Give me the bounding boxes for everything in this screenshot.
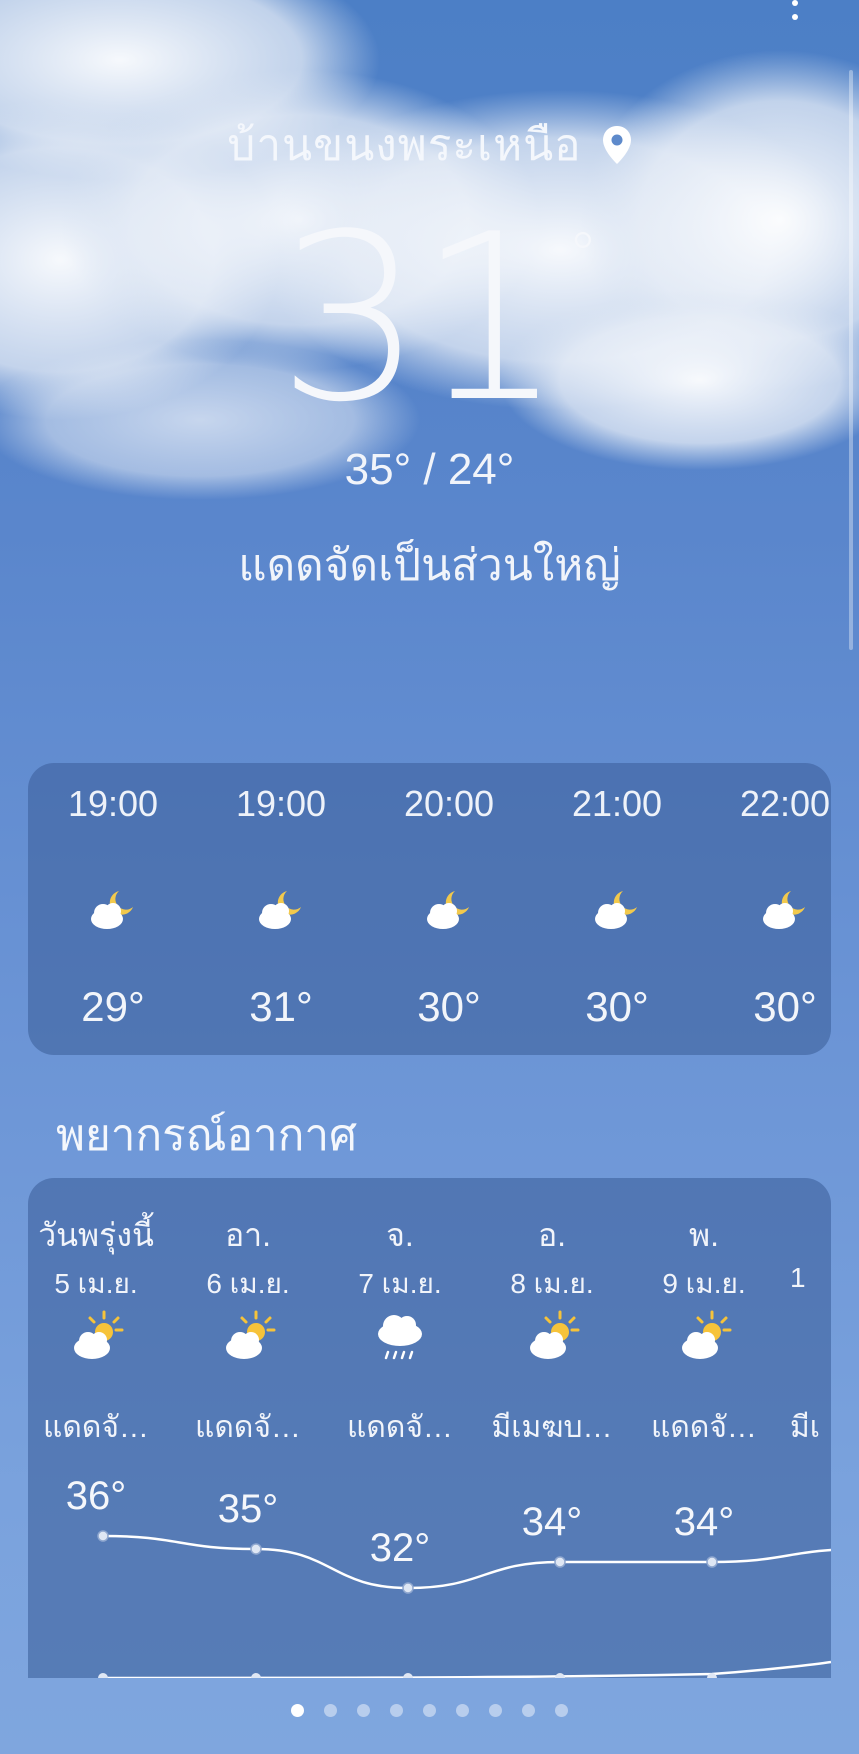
partly-sunny-icon bbox=[226, 1310, 276, 1359]
partly-cloudy-night-icon bbox=[91, 891, 133, 929]
partly-cloudy-night-icon bbox=[595, 891, 637, 929]
hourly-temperature: 29° bbox=[81, 983, 145, 1030]
day-condition: มีเมฆบ… bbox=[491, 1411, 613, 1444]
page-indicator[interactable] bbox=[0, 1704, 859, 1722]
hourly-item[interactable]: 20:00 30° bbox=[364, 763, 534, 1055]
location-name: บ้านขนงพระเหนือ bbox=[227, 121, 582, 170]
day-name: วันพรุ่งนี้ bbox=[38, 1217, 154, 1253]
low-temp-point bbox=[98, 1673, 108, 1678]
hourly-time: 20:00 bbox=[403, 783, 495, 824]
partly-cloudy-night-icon bbox=[259, 891, 301, 929]
rain-cloud-icon bbox=[378, 1315, 422, 1360]
day-name: จ. bbox=[386, 1217, 414, 1253]
page-dot[interactable] bbox=[324, 1704, 337, 1717]
high-temp-point bbox=[706, 1556, 718, 1568]
day-name: พ. bbox=[689, 1217, 719, 1253]
high-temp-point bbox=[97, 1530, 109, 1542]
hourly-item[interactable]: 19:00 29° bbox=[28, 763, 198, 1055]
day-high-temp: 36° bbox=[65, 1474, 127, 1518]
hourly-temperature: 30° bbox=[753, 983, 817, 1030]
page-dot[interactable] bbox=[555, 1704, 568, 1717]
day-name: อ. bbox=[537, 1217, 567, 1253]
day-condition: มีเ bbox=[790, 1411, 821, 1444]
hourly-time: 19:00 bbox=[235, 783, 327, 824]
hourly-item[interactable]: 21:00 30° bbox=[532, 763, 702, 1055]
day-condition: แดดจั… bbox=[347, 1411, 453, 1444]
hourly-temperature: 31° bbox=[249, 983, 313, 1030]
more-options-button[interactable] bbox=[789, 0, 801, 30]
day-high-temp: 34° bbox=[673, 1500, 735, 1544]
day-date: 5 เม.ย. bbox=[54, 1268, 138, 1299]
daily-forecast-card[interactable]: วันพรุ่งนี้ 5 เม.ย. แดดจั… 36° อา. 6 เม.… bbox=[28, 1178, 831, 1678]
dot-icon bbox=[792, 0, 798, 6]
temperature-value: 31 bbox=[277, 186, 564, 453]
day-name: อา. bbox=[224, 1217, 272, 1253]
day-date: 8 เม.ย. bbox=[510, 1268, 594, 1299]
page-dot[interactable] bbox=[291, 1704, 304, 1717]
hourly-forecast-card[interactable]: 19:00 29° 19:00 31° 20:00 30° 21:00 30° … bbox=[28, 763, 831, 1055]
degree-symbol: ° bbox=[567, 220, 598, 290]
current-condition: แดดจัดเป็นส่วนใหญ่ bbox=[238, 541, 621, 590]
location-pin-icon bbox=[602, 126, 631, 164]
partly-sunny-icon bbox=[74, 1310, 124, 1359]
low-temp-point bbox=[403, 1673, 413, 1678]
hourly-time: 21:00 bbox=[571, 783, 663, 824]
day-high-temp: 34° bbox=[521, 1500, 583, 1544]
forecast-section-title: พยากรณ์อากาศ bbox=[56, 1111, 357, 1160]
current-temperature: 31 ° bbox=[0, 205, 859, 435]
partly-sunny-icon bbox=[682, 1310, 732, 1359]
day-date: 9 เม.ย. bbox=[662, 1268, 746, 1299]
hourly-temperature: 30° bbox=[417, 983, 481, 1030]
day-condition: แดดจั… bbox=[651, 1411, 757, 1444]
day-date: 1 bbox=[790, 1262, 806, 1293]
partly-cloudy-night-icon bbox=[763, 891, 805, 929]
location-header[interactable]: บ้านขนงพระเหนือ bbox=[227, 110, 631, 180]
hourly-temperature: 30° bbox=[585, 983, 649, 1030]
day-date: 7 เม.ย. bbox=[358, 1268, 442, 1299]
low-temp-line bbox=[102, 1660, 831, 1678]
day-condition: แดดจั… bbox=[43, 1411, 149, 1444]
dot-icon bbox=[792, 14, 798, 20]
partly-cloudy-night-icon bbox=[427, 891, 469, 929]
page-dot[interactable] bbox=[522, 1704, 535, 1717]
hourly-time: 22:00 bbox=[739, 783, 831, 824]
page-dot[interactable] bbox=[489, 1704, 502, 1717]
day-condition: แดดจั… bbox=[195, 1411, 301, 1444]
partly-sunny-icon bbox=[530, 1310, 580, 1359]
page-dot[interactable] bbox=[357, 1704, 370, 1717]
high-temp-point bbox=[554, 1556, 566, 1568]
hourly-item[interactable]: 22:00 30° bbox=[700, 763, 831, 1055]
high-low-temperature: 35° / 24° bbox=[344, 445, 515, 494]
low-temp-point bbox=[251, 1673, 261, 1678]
high-temp-point bbox=[250, 1543, 262, 1555]
day-high-temp: 32° bbox=[369, 1526, 431, 1570]
page-dot[interactable] bbox=[423, 1704, 436, 1717]
day-date: 6 เม.ย. bbox=[206, 1268, 290, 1299]
low-temp-point bbox=[555, 1673, 565, 1678]
page-dot[interactable] bbox=[456, 1704, 469, 1717]
hourly-time: 19:00 bbox=[67, 783, 159, 824]
hourly-item[interactable]: 19:00 31° bbox=[196, 763, 366, 1055]
page-dot[interactable] bbox=[390, 1704, 403, 1717]
high-temp-point bbox=[402, 1582, 414, 1594]
day-high-temp: 35° bbox=[217, 1487, 279, 1531]
